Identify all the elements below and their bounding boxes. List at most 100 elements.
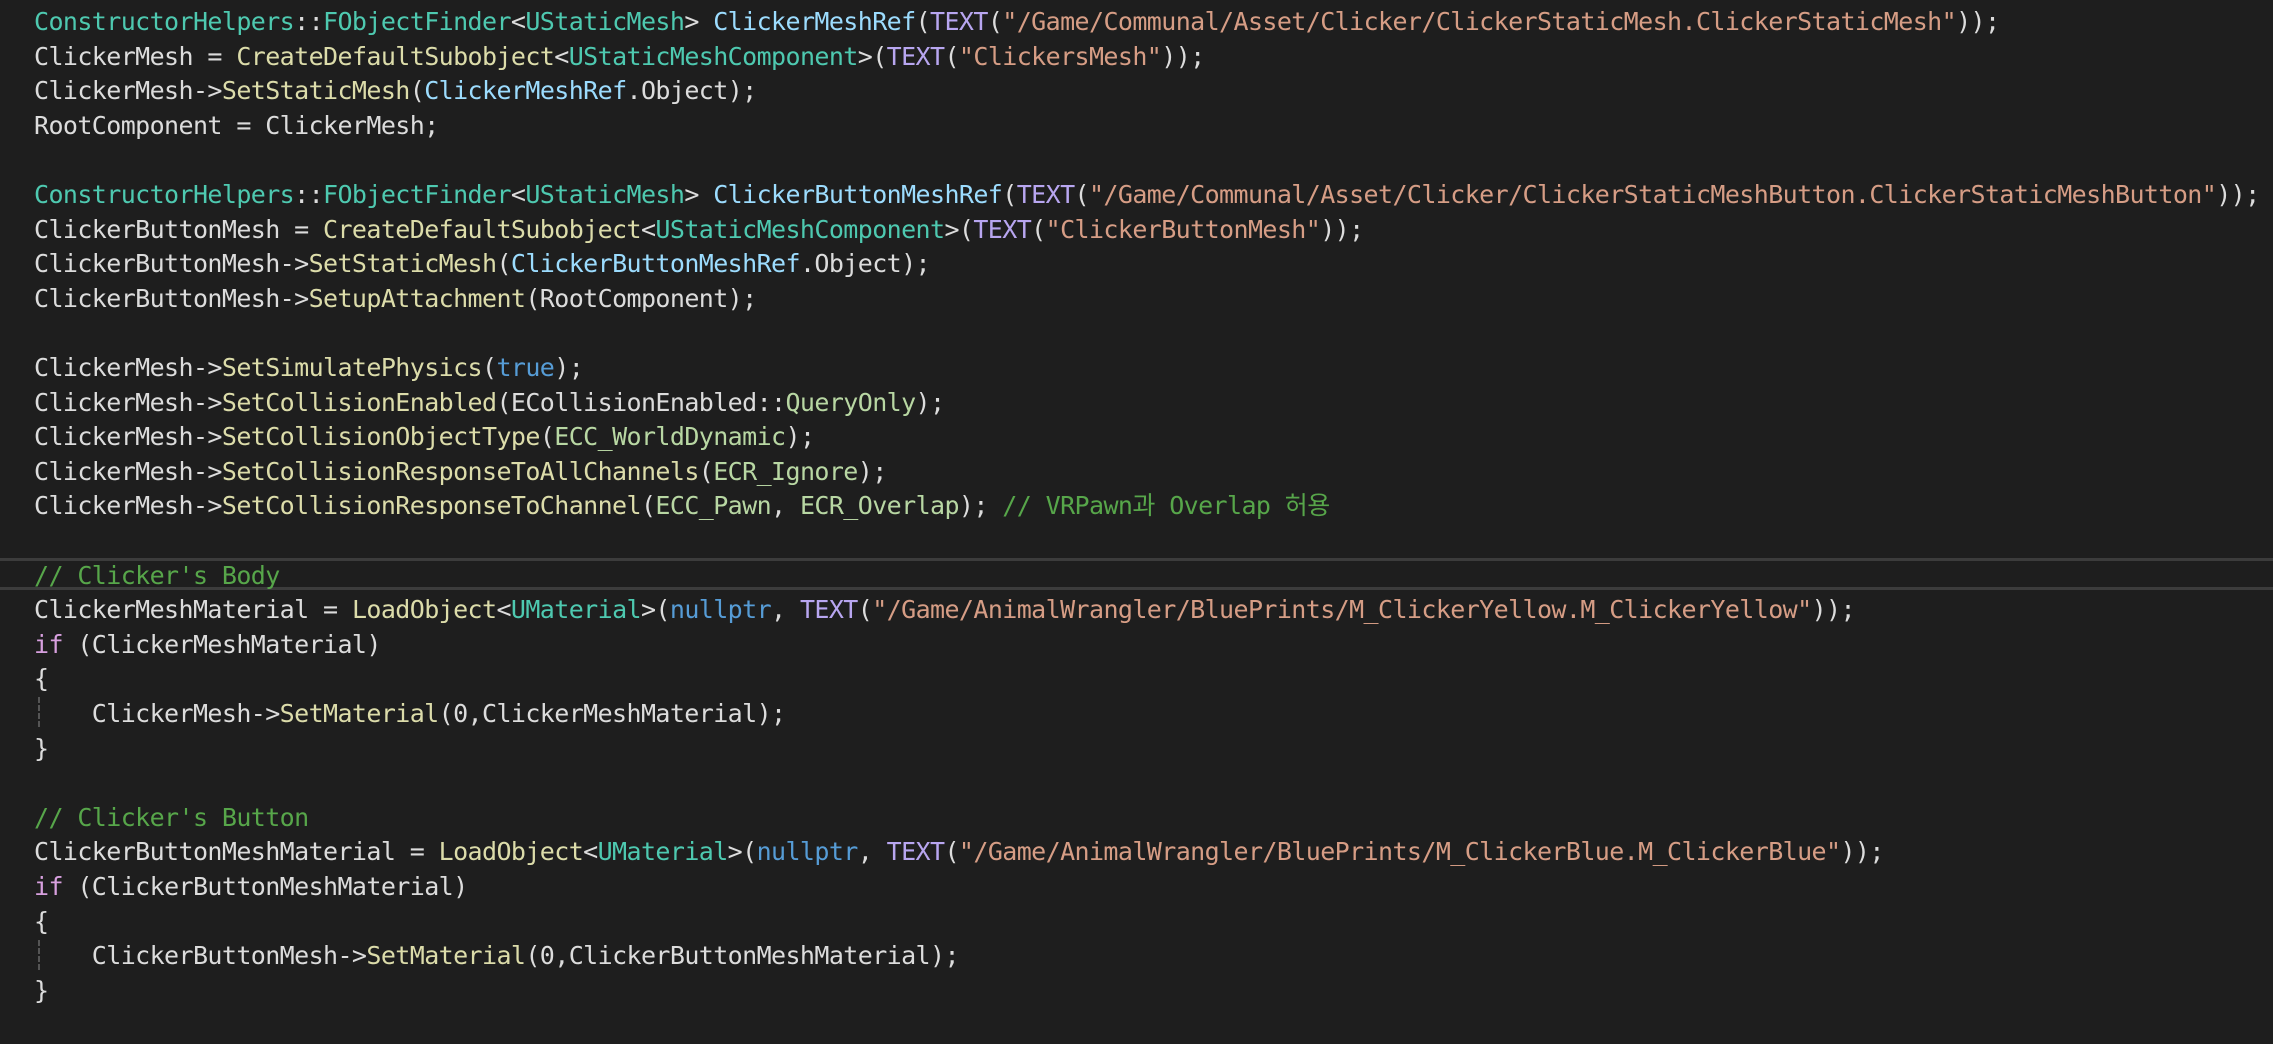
code-line[interactable]: ConstructorHelpers::FObjectFinder<UStati…: [34, 178, 2260, 213]
code-line[interactable]: ClickerMesh->SetSimulatePhysics(true);: [34, 351, 584, 386]
code-line[interactable]: ConstructorHelpers::FObjectFinder<UStati…: [34, 5, 2000, 40]
macro: TEXT: [799, 595, 858, 625]
enum-value: QueryOnly: [785, 387, 916, 417]
identifier: ClickerButtonMeshRef: [510, 249, 801, 279]
identifier: ClickerMeshRef: [713, 7, 916, 36]
code-line[interactable]: ClickerButtonMesh->SetupAttachment(RootC…: [34, 282, 757, 317]
function-name: SetCollisionResponseToAllChannels: [221, 456, 700, 486]
function-name: LoadObject: [351, 595, 497, 625]
code-line[interactable]: if (ClickerButtonMeshMaterial): [34, 870, 468, 905]
code-text: ClickerMesh->: [34, 387, 222, 417]
string-literal: "/Game/Communal/Asset/Clicker/ClickerSta…: [1002, 7, 1957, 36]
code-text: );: [785, 422, 816, 452]
type-name: UStaticMesh: [525, 7, 685, 36]
code-line[interactable]: {: [34, 662, 49, 697]
code-line[interactable]: ClickerMesh->SetMaterial(0,ClickerMeshMa…: [34, 697, 786, 732]
code-line[interactable]: {: [34, 905, 49, 940]
code-text: .Object);: [626, 76, 758, 106]
string-literal: "ClickerButtonMesh": [1045, 214, 1321, 244]
code-text: <: [554, 41, 569, 71]
comment: // Clicker's Body: [34, 560, 280, 590]
code-text: (0,ClickerButtonMeshMaterial);: [525, 941, 959, 971]
code-line[interactable]: }: [34, 732, 49, 767]
code-line[interactable]: RootComponent = ClickerMesh;: [34, 109, 439, 144]
code-text: );: [915, 387, 946, 417]
code-line[interactable]: ClickerMesh->SetCollisionObjectType(ECC_…: [34, 420, 816, 455]
code-text: >: [684, 180, 714, 209]
function-name: CreateDefaultSubobject: [323, 214, 642, 244]
code-text: ,: [857, 837, 887, 867]
code-text: >(: [640, 595, 671, 625]
code-line[interactable]: ClickerMeshMaterial = LoadObject<UMateri…: [34, 593, 1856, 628]
code-text: ClickerMesh =: [34, 41, 237, 71]
control-keyword: if: [34, 629, 64, 659]
code-text: ClickerButtonMesh->: [34, 283, 309, 313]
enum-value: ECR_Ignore: [713, 456, 858, 486]
code-text: }: [34, 975, 49, 1005]
code-text: (: [496, 249, 511, 279]
code-line[interactable]: }: [34, 974, 49, 1009]
code-line[interactable]: ClickerMesh->SetCollisionResponseToAllCh…: [34, 455, 887, 490]
code-text: <: [510, 7, 526, 36]
code-text: (: [640, 491, 656, 521]
type-name: UMaterial: [597, 837, 729, 867]
function-name: SetStaticMesh: [308, 249, 497, 279]
keyword: true: [496, 353, 555, 382]
code-text: >(: [944, 214, 974, 244]
type-name: ConstructorHelpers: [34, 180, 295, 209]
code-text: (ECollisionEnabled::: [496, 387, 786, 417]
macro: TEXT: [886, 41, 945, 71]
code-text: ClickerButtonMeshMaterial =: [34, 837, 439, 867]
code-text: {: [34, 664, 49, 694]
code-line[interactable]: // Clicker's Button: [34, 801, 309, 836]
code-text: (: [1074, 180, 1090, 209]
comment: // VRPawn과 Overlap 허용: [1002, 491, 1330, 521]
macro: TEXT: [886, 837, 945, 867]
code-text: ClickerMesh->: [34, 699, 280, 728]
function-name: SetCollisionResponseToChannel: [221, 491, 642, 521]
code-line[interactable]: ClickerButtonMesh->SetMaterial(0,Clicker…: [34, 939, 960, 974]
keyword: nullptr: [669, 595, 772, 625]
macro: TEXT: [973, 214, 1032, 244]
code-text: );: [958, 491, 1003, 521]
code-text: ClickerMesh->: [34, 456, 222, 486]
code-text: ,: [771, 491, 800, 521]
code-text: ));: [1161, 41, 1205, 71]
code-line[interactable]: ClickerMesh->SetCollisionResponseToChann…: [34, 489, 1330, 524]
code-text: >(: [857, 41, 888, 71]
code-text: (ClickerButtonMeshMaterial): [62, 872, 468, 901]
code-line[interactable]: if (ClickerMeshMaterial): [34, 628, 381, 663]
code-text: <: [510, 180, 526, 209]
code-text: ::: [294, 7, 324, 36]
code-line[interactable]: ClickerButtonMesh->SetStaticMesh(Clicker…: [34, 247, 931, 282]
string-literal: "ClickersMesh": [958, 41, 1162, 71]
code-text: ClickerButtonMesh =: [34, 214, 324, 244]
function-name: SetCollisionEnabled: [221, 387, 497, 417]
code-line[interactable]: ClickerButtonMeshMaterial = LoadObject<U…: [34, 835, 1884, 870]
code-text: ClickerMeshMaterial =: [34, 595, 352, 625]
code-editor[interactable]: ConstructorHelpers::FObjectFinder<UStati…: [0, 0, 2273, 1044]
code-line[interactable]: ClickerMesh->SetStaticMesh(ClickerMeshRe…: [34, 74, 757, 109]
code-text: (: [1002, 180, 1017, 209]
code-text: (: [409, 76, 425, 106]
code-text: (: [857, 595, 873, 625]
type-name: UStaticMesh: [525, 180, 685, 209]
macro: TEXT: [1016, 180, 1075, 209]
enum-value: ECC_Pawn: [655, 491, 772, 521]
code-line[interactable]: // Clicker's Body: [34, 559, 280, 594]
function-name: SetSimulatePhysics: [221, 353, 483, 382]
code-line[interactable]: ClickerButtonMesh = CreateDefaultSubobje…: [34, 213, 1364, 248]
type-name: ConstructorHelpers: [34, 7, 295, 36]
function-name: SetMaterial: [366, 941, 526, 971]
type-name: FObjectFinder: [323, 180, 511, 209]
type-name: UMaterial: [510, 595, 642, 625]
code-line[interactable]: ClickerMesh->SetCollisionEnabled(ECollis…: [34, 386, 946, 421]
string-literal: "/Game/AnimalWrangler/BluePrints/M_Click…: [958, 837, 1841, 867]
code-text: (: [698, 456, 714, 486]
code-text: ));: [2216, 180, 2260, 209]
string-literal: "/Game/Communal/Asset/Clicker/ClickerSta…: [1088, 180, 2217, 209]
code-text: ClickerMesh->: [34, 422, 222, 452]
code-text: (: [539, 422, 555, 452]
code-text: <: [640, 214, 656, 244]
code-line[interactable]: ClickerMesh = CreateDefaultSubobject<USt…: [34, 40, 1205, 75]
